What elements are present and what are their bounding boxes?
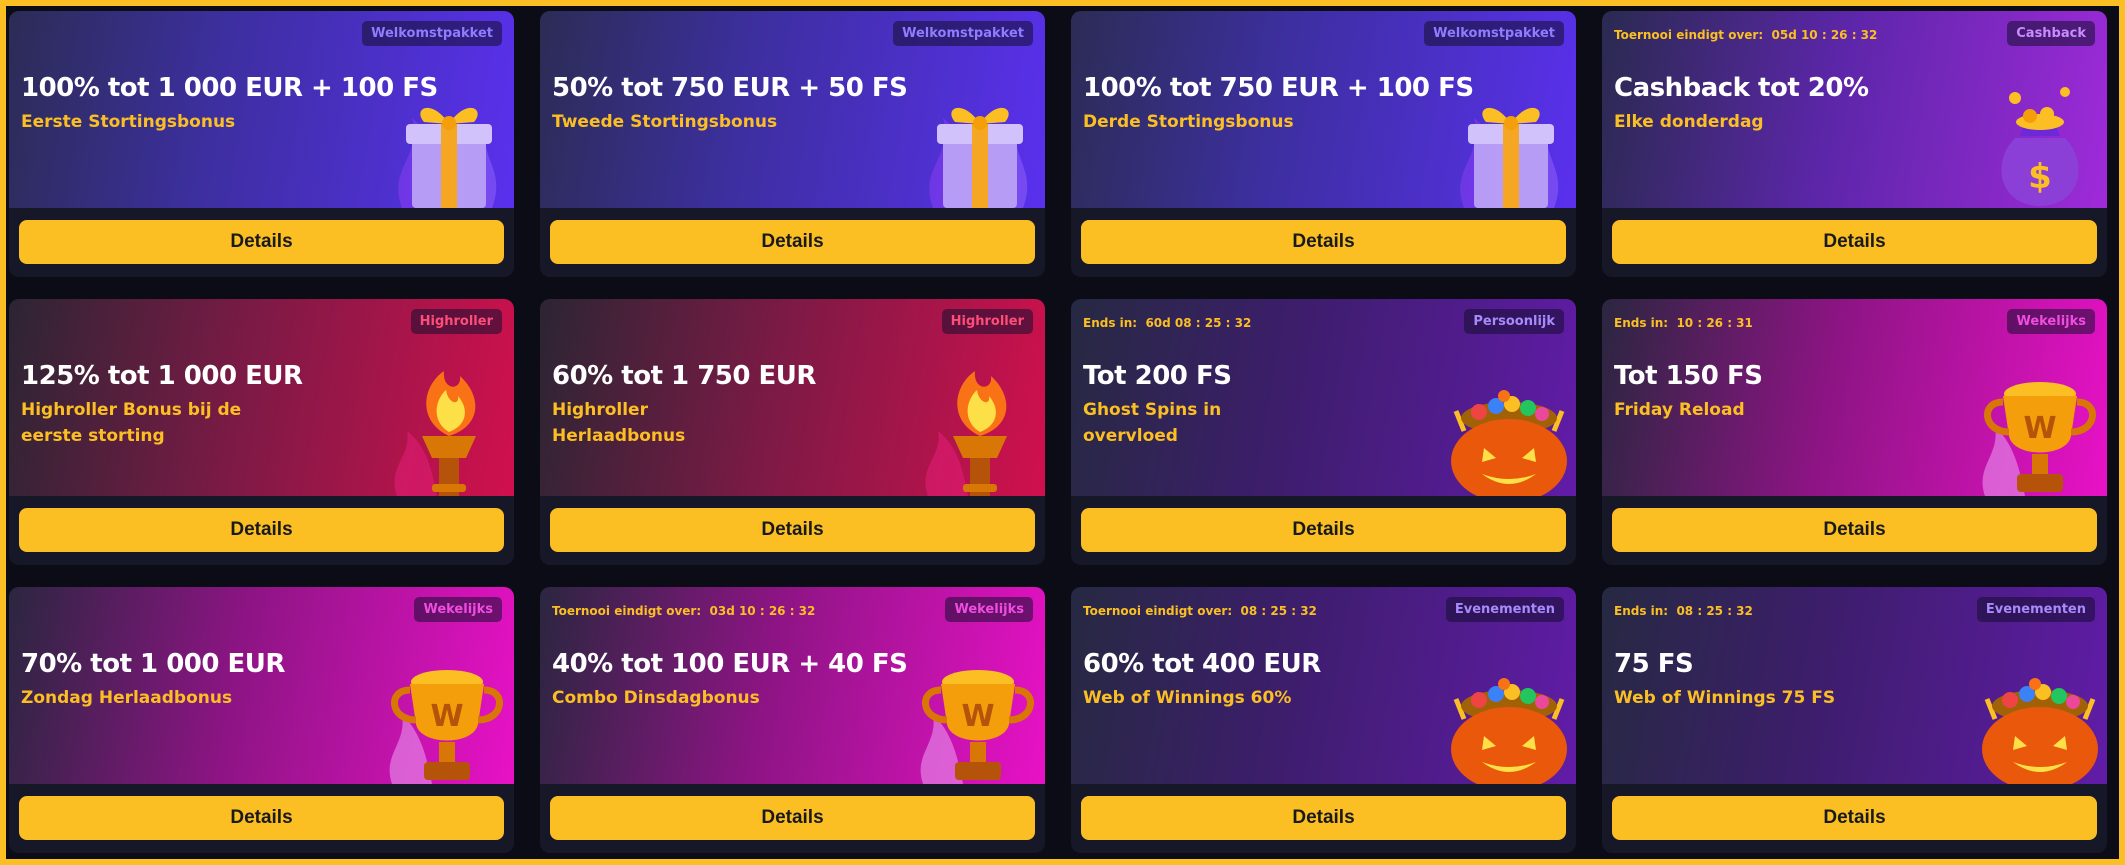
promo-card: Ends in: 10 : 26 : 31 Wekelijks Tot 150 FS… [1602,299,2107,565]
svg-text:W: W [2023,411,2056,446]
gift-icon [382,78,512,208]
category-badge: Highroller [410,309,502,334]
category-badge: Welkomstpakket [893,21,1033,46]
promo-subtitle: Combo Dinsdagbonus [552,688,760,708]
category-badge: Persoonlijk [1464,309,1564,334]
details-button[interactable]: Details [19,796,504,840]
promo-banner: Ends in: 60d 08 : 25 : 32 Persoonlijk Tot … [1071,299,1576,496]
details-button[interactable]: Details [1612,220,2097,264]
countdown-timer: Toernooi eindigt over: 03d 10 : 26 : 32 [552,604,816,618]
svg-text:W: W [430,699,463,734]
promo-banner: Toernooi eindigt over: 05d 10 : 26 : 32 C… [1602,11,2107,208]
promo-card: Highroller 60% tot 1 750 EUR Highroller He… [540,299,1045,565]
torch-icon [913,366,1043,496]
promo-subtitle: Elke donderdag [1614,112,1764,132]
countdown-timer: Toernooi eindigt over: 05d 10 : 26 : 32 [1614,28,1878,42]
category-badge: Cashback [2007,21,2095,46]
promo-subtitle: Friday Reload [1614,400,1745,420]
promo-banner: Toernooi eindigt over: 03d 10 : 26 : 32 W… [540,587,1045,784]
details-button[interactable]: Details [550,220,1035,264]
promo-title: 60% tot 400 EUR [1083,649,1321,679]
promo-banner: Toernooi eindigt over: 08 : 25 : 32 Evene… [1071,587,1576,784]
promo-subtitle: Eerste Stortingsbonus [21,112,236,132]
countdown-timer: Ends in: 60d 08 : 25 : 32 [1083,316,1252,330]
promo-banner: Ends in: 08 : 25 : 32 Evenementen 75 FS Web… [1602,587,2107,784]
promo-card: Welkomstpakket 100% tot 1 000 EUR + 100 F… [9,11,514,277]
details-button[interactable]: Details [1081,796,1566,840]
promo-card: Toernooi eindigt over: 05d 10 : 26 : 32 C… [1602,11,2107,277]
promo-title: 60% tot 1 750 EUR [552,361,816,391]
promo-card: Highroller 125% tot 1 000 EUR Highroller B… [9,299,514,565]
details-button[interactable]: Details [19,220,504,264]
promo-banner: Ends in: 10 : 26 : 31 Wekelijks Tot 150 FS… [1602,299,2107,496]
details-button[interactable]: Details [1612,796,2097,840]
promo-banner: Welkomstpakket 100% tot 1 000 EUR + 100 F… [9,11,514,208]
promo-card: Toernooi eindigt over: 03d 10 : 26 : 32 W… [540,587,1045,853]
countdown-timer: Ends in: 10 : 26 : 31 [1614,316,1753,330]
gift-icon [1444,78,1574,208]
promo-title: 100% tot 750 EUR + 100 FS [1083,73,1474,103]
category-badge: Wekelijks [414,597,502,622]
promo-banner: Welkomstpakket 100% tot 750 EUR + 100 FS D… [1071,11,1576,208]
countdown-timer: Ends in: 08 : 25 : 32 [1614,604,1753,618]
promo-banner: Highroller 60% tot 1 750 EUR Highroller He… [540,299,1045,496]
svg-text:W: W [961,699,994,734]
promo-banner: Welkomstpakket 50% tot 750 EUR + 50 FS Twe… [540,11,1045,208]
promo-subtitle: Zondag Herlaadbonus [21,688,233,708]
details-button[interactable]: Details [1081,220,1566,264]
promo-card: Ends in: 08 : 25 : 32 Evenementen 75 FS Web… [1602,587,2107,853]
promo-card: Ends in: 60d 08 : 25 : 32 Persoonlijk Tot … [1071,299,1576,565]
trophy-icon: W [1975,366,2105,496]
promo-title: 40% tot 100 EUR + 40 FS [552,649,908,679]
svg-text:$: $ [2028,157,2052,197]
promo-title: Tot 150 FS [1614,361,1763,391]
promo-subtitle: Ghost Spins in overvloed [1083,400,1222,446]
promo-subtitle: Highroller Herlaadbonus [552,400,686,446]
promotions-panel: Welkomstpakket 100% tot 1 000 EUR + 100 F… [6,6,2119,859]
category-badge: Wekelijks [2007,309,2095,334]
category-badge: Highroller [941,309,1033,334]
promo-subtitle: Derde Stortingsbonus [1083,112,1294,132]
details-button[interactable]: Details [550,796,1035,840]
category-badge: Evenementen [1976,597,2095,622]
gift-icon [913,78,1043,208]
torch-icon [382,366,512,496]
promo-title: Tot 200 FS [1083,361,1232,391]
money-bag-icon: $ [1975,78,2105,208]
promo-banner: Wekelijks 70% tot 1 000 EUR Zondag Herlaad… [9,587,514,784]
details-button[interactable]: Details [1612,508,2097,552]
details-button[interactable]: Details [1081,508,1566,552]
promo-card: Welkomstpakket 100% tot 750 EUR + 100 FS D… [1071,11,1576,277]
promotions-grid: Welkomstpakket 100% tot 1 000 EUR + 100 F… [9,11,2107,853]
promo-banner: Highroller 125% tot 1 000 EUR Highroller B… [9,299,514,496]
promo-title: Cashback tot 20% [1614,73,1869,103]
promo-title: 125% tot 1 000 EUR [21,361,303,391]
promo-subtitle: Highroller Bonus bij de eerste storting [21,400,242,446]
promo-card: Toernooi eindigt over: 08 : 25 : 32 Evene… [1071,587,1576,853]
category-badge: Welkomstpakket [362,21,502,46]
pumpkin-icon [1444,366,1574,496]
pumpkin-icon [1975,654,2105,784]
promo-subtitle: Web of Winnings 60% [1083,688,1292,708]
details-button[interactable]: Details [550,508,1035,552]
category-badge: Wekelijks [945,597,1033,622]
trophy-icon: W [382,654,512,784]
details-button[interactable]: Details [19,508,504,552]
category-badge: Evenementen [1445,597,1564,622]
category-badge: Welkomstpakket [1424,21,1564,46]
promo-card: Wekelijks 70% tot 1 000 EUR Zondag Herlaad… [9,587,514,853]
promo-title: 75 FS [1614,649,1694,679]
pumpkin-icon [1444,654,1574,784]
promo-title: 100% tot 1 000 EUR + 100 FS [21,73,438,103]
countdown-timer: Toernooi eindigt over: 08 : 25 : 32 [1083,604,1317,618]
promo-title: 50% tot 750 EUR + 50 FS [552,73,908,103]
promo-card: Welkomstpakket 50% tot 750 EUR + 50 FS Twe… [540,11,1045,277]
trophy-icon: W [913,654,1043,784]
promo-subtitle: Tweede Stortingsbonus [552,112,778,132]
promo-title: 70% tot 1 000 EUR [21,649,285,679]
promo-subtitle: Web of Winnings 75 FS [1614,688,1836,708]
